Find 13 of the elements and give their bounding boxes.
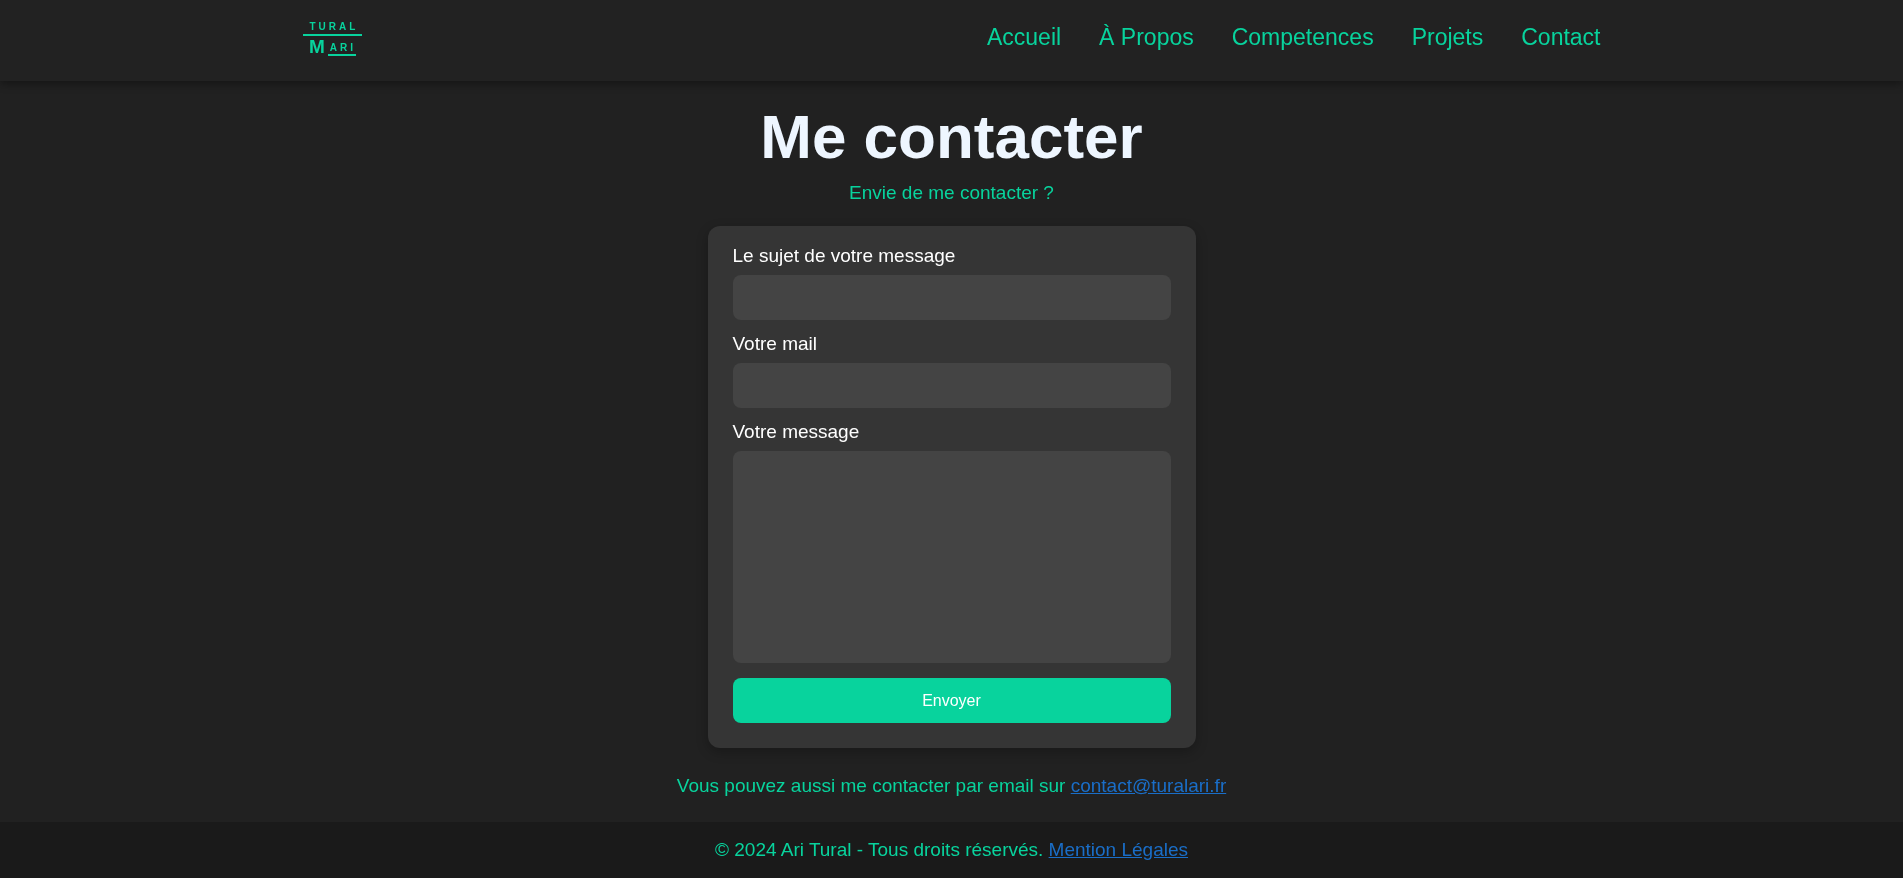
logo[interactable]: TURAL M ARI: [302, 20, 363, 56]
nav-link[interactable]: Accueil: [986, 23, 1062, 51]
nav-link[interactable]: Competences: [1231, 23, 1374, 51]
field-label: Le sujet de votre message: [732, 245, 957, 267]
page-subtitle: Envie de me contacter ?: [849, 181, 1054, 205]
email-note: Vous pouvez aussi me contacter par email sur contact@turalari.fr: [676, 775, 1227, 797]
field-label: Votre message: [732, 421, 861, 443]
field-label: Votre mail: [732, 333, 818, 355]
nav-link[interactable]: À Propos: [1099, 23, 1194, 51]
nav-link[interactable]: Projets: [1411, 23, 1484, 51]
nav-link[interactable]: Contact: [1521, 23, 1601, 51]
page-title: Me contacter: [760, 101, 1143, 173]
copyright-text: © 2024 Ari Tural - Tous droits réservés. Mention Légales: [714, 839, 1189, 861]
